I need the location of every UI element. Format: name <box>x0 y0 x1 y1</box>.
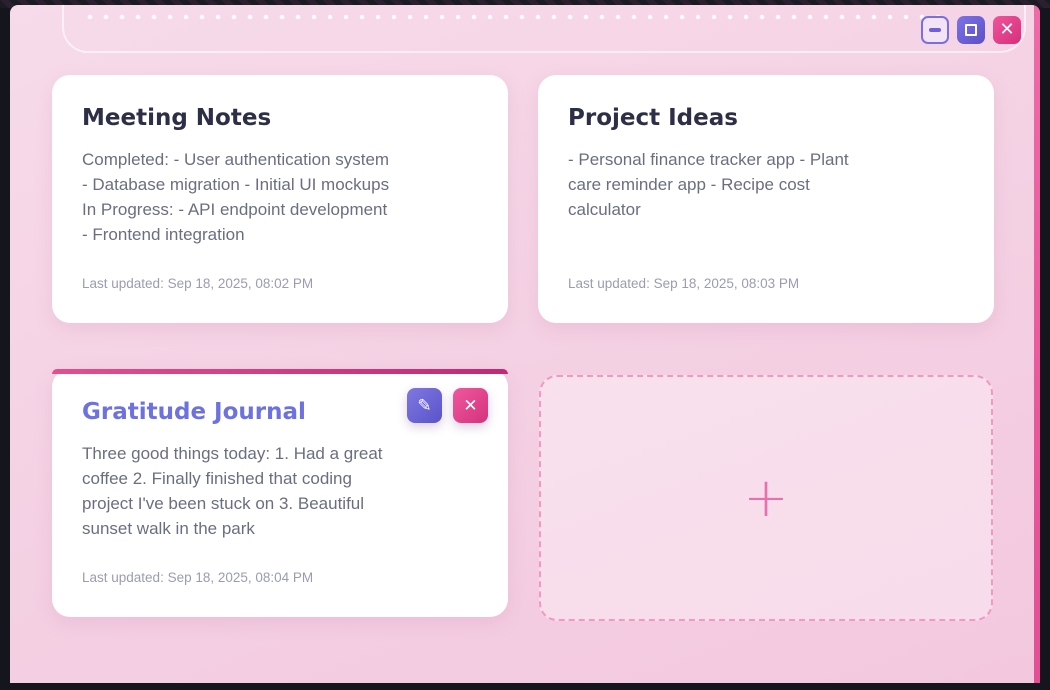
maximize-icon <box>965 24 977 36</box>
minimize-icon <box>929 28 941 32</box>
maximize-button[interactable] <box>957 16 985 44</box>
close-button[interactable]: ✕ <box>993 16 1021 44</box>
note-body: Three good things today: 1. Had a great … <box>82 444 383 538</box>
note-body: Completed: - User authentication system … <box>82 150 390 244</box>
note-updated-timestamp: Last updated: Sep 18, 2025, 08:02 PM <box>82 276 314 291</box>
window-controls: ✕ <box>921 16 1021 44</box>
decorative-dots <box>82 11 942 23</box>
plus-icon: + <box>743 466 789 529</box>
note-title: Project Ideas <box>568 105 738 131</box>
pencil-icon: ✎ <box>417 395 432 416</box>
window-scrollbar[interactable] <box>1034 5 1040 683</box>
add-note-button[interactable]: + <box>539 375 993 621</box>
note-card-gratitude-journal[interactable]: Gratitude Journal Three good things toda… <box>52 369 508 617</box>
note-title: Meeting Notes <box>82 105 272 131</box>
notes-window: ✕ Meeting Notes Completed: - User authen… <box>10 5 1040 683</box>
note-card-project-ideas[interactable]: Project Ideas - Personal finance tracker… <box>538 75 994 323</box>
close-icon: ✕ <box>999 19 1015 40</box>
delete-note-button[interactable]: ✕ <box>453 388 488 423</box>
note-updated-timestamp: Last updated: Sep 18, 2025, 08:03 PM <box>568 276 800 291</box>
note-actions: ✎ ✕ <box>407 388 488 423</box>
edit-note-button[interactable]: ✎ <box>407 388 442 423</box>
note-body: - Personal finance tracker app - Plant c… <box>568 150 849 219</box>
minimize-button[interactable] <box>921 16 949 44</box>
note-card-meeting-notes[interactable]: Meeting Notes Completed: - User authenti… <box>52 75 508 323</box>
note-updated-timestamp: Last updated: Sep 18, 2025, 08:04 PM <box>82 570 314 585</box>
close-icon: ✕ <box>463 395 478 416</box>
